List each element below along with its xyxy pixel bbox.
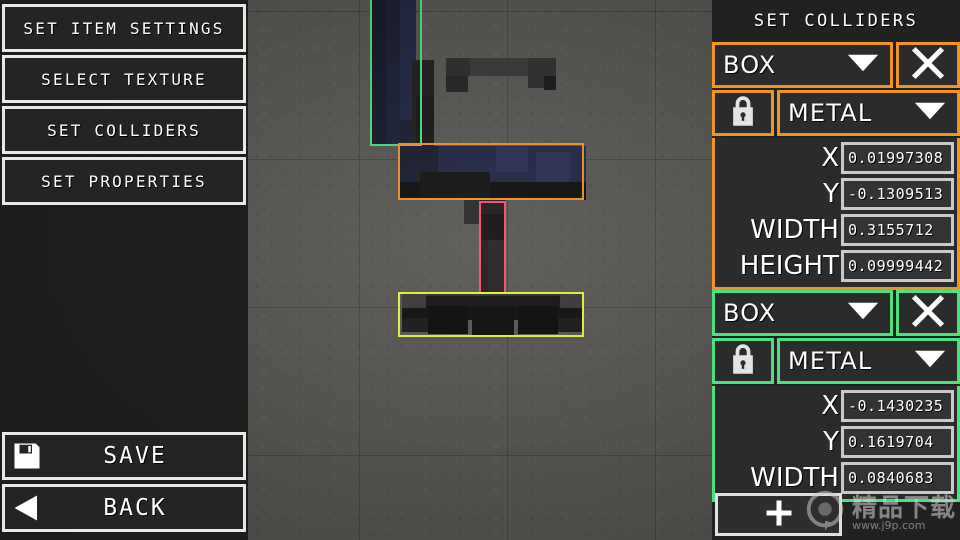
material-row: METAL: [712, 90, 960, 136]
field-label: WIDTH: [718, 463, 839, 493]
left-menu-panel: SET ITEM SETTINGS SELECT TEXTURE SET COL…: [0, 0, 248, 540]
collider-entry: BOX METAL X 0.01997308 Y -0.1309513 WIDT…: [712, 42, 960, 290]
lock-icon: [728, 95, 758, 131]
menu-item-set-colliders[interactable]: SET COLLIDERS: [2, 106, 246, 154]
collider-handle[interactable]: [497, 201, 506, 210]
field-label: X: [718, 143, 839, 173]
floppy-disk-icon: [5, 441, 49, 471]
field-row: HEIGHT 0.09999442: [718, 248, 954, 284]
shape-select[interactable]: BOX: [712, 290, 893, 336]
material-select[interactable]: METAL: [777, 90, 960, 136]
field-row: WIDTH 0.0840683: [718, 460, 954, 496]
watermark-url: www.j9p.com: [852, 520, 956, 531]
field-row: Y 0.1619704: [718, 424, 954, 460]
field-label: HEIGHT: [718, 251, 839, 281]
collider-handle[interactable]: [398, 143, 407, 152]
collider-handle[interactable]: [398, 292, 407, 301]
menu-item-select-texture[interactable]: SELECT TEXTURE: [2, 55, 246, 103]
material-row: METAL: [712, 338, 960, 384]
field-label: Y: [718, 427, 839, 457]
collider-handle[interactable]: [370, 0, 379, 3]
collider-seat[interactable]: [398, 143, 584, 200]
field-row: Y -0.1309513: [718, 176, 954, 212]
collider-entry: BOX METAL X -0.1430235 Y 0.1619704 WIDTH: [712, 290, 960, 502]
field-input[interactable]: 0.0840683: [841, 462, 954, 494]
field-input[interactable]: 0.3155712: [841, 214, 954, 246]
collider-handle[interactable]: [479, 201, 488, 210]
save-label: SAVE: [49, 443, 243, 469]
lock-icon: [728, 343, 758, 379]
sidebar-bottom-actions: SAVE BACK: [2, 432, 246, 536]
collider-handle[interactable]: [575, 143, 584, 152]
back-label: BACK: [49, 495, 243, 521]
app-root: SET ITEM SETTINGS SELECT TEXTURE SET COL…: [0, 0, 960, 540]
collider-handle[interactable]: [398, 191, 407, 200]
shape-row: BOX: [712, 42, 960, 88]
menu-item-set-properties[interactable]: SET PROPERTIES: [2, 157, 246, 205]
menu-item-set-item-settings[interactable]: SET ITEM SETTINGS: [2, 4, 246, 52]
collider-list: BOX METAL X 0.01997308 Y -0.1309513 WIDT…: [712, 42, 960, 502]
shape-value: BOX: [723, 51, 776, 79]
collider-handle[interactable]: [398, 328, 407, 337]
close-icon: [909, 44, 947, 86]
field-label: WIDTH: [718, 215, 839, 245]
shape-value: BOX: [723, 299, 776, 327]
chevron-down-icon: [913, 100, 947, 126]
field-input[interactable]: -0.1430235: [841, 390, 954, 422]
menu-label: SET ITEM SETTINGS: [23, 19, 224, 38]
collider-handle[interactable]: [413, 0, 422, 3]
menu-label: SET PROPERTIES: [41, 172, 207, 191]
menu-label: SET COLLIDERS: [47, 121, 201, 140]
shape-row: BOX: [712, 290, 960, 336]
collider-fields: X -0.1430235 Y 0.1619704 WIDTH 0.0840683: [712, 386, 960, 502]
collider-handle[interactable]: [575, 328, 584, 337]
field-label: X: [718, 391, 839, 421]
field-input[interactable]: 0.01997308: [841, 142, 954, 174]
chevron-down-icon: [846, 52, 880, 78]
chevron-down-icon: [846, 300, 880, 326]
material-value: METAL: [788, 99, 872, 127]
field-row: X -0.1430235: [718, 388, 954, 424]
material-select[interactable]: METAL: [777, 338, 960, 384]
plus-icon: [764, 498, 794, 532]
save-button[interactable]: SAVE: [2, 432, 246, 480]
field-input[interactable]: 0.09999442: [841, 250, 954, 282]
close-icon: [909, 292, 947, 334]
field-input[interactable]: 0.1619704: [841, 426, 954, 458]
remove-collider-button[interactable]: [896, 290, 960, 336]
field-row: WIDTH 0.3155712: [718, 212, 954, 248]
lock-toggle-button[interactable]: [712, 90, 774, 136]
collider-backrest[interactable]: [370, 0, 422, 146]
collider-base[interactable]: [398, 292, 584, 337]
lock-toggle-button[interactable]: [712, 338, 774, 384]
chevron-down-icon: [913, 348, 947, 374]
field-input[interactable]: -0.1309513: [841, 178, 954, 210]
add-collider-button[interactable]: [715, 493, 842, 536]
shape-select[interactable]: BOX: [712, 42, 893, 88]
left-triangle-icon: [5, 493, 49, 523]
collider-handle[interactable]: [370, 137, 379, 146]
collider-handle[interactable]: [575, 292, 584, 301]
material-value: METAL: [788, 347, 872, 375]
remove-collider-button[interactable]: [896, 42, 960, 88]
field-label: Y: [718, 179, 839, 209]
back-button[interactable]: BACK: [2, 484, 246, 532]
collider-fields: X 0.01997308 Y -0.1309513 WIDTH 0.315571…: [712, 138, 960, 290]
collider-stem[interactable]: [479, 201, 506, 294]
field-row: X 0.01997308: [718, 140, 954, 176]
panel-title: SET COLLIDERS: [712, 0, 960, 42]
set-colliders-panel: SET COLLIDERS BOX METAL X 0.01997308 Y: [712, 0, 960, 540]
collider-handle[interactable]: [575, 191, 584, 200]
menu-label: SELECT TEXTURE: [41, 70, 207, 89]
